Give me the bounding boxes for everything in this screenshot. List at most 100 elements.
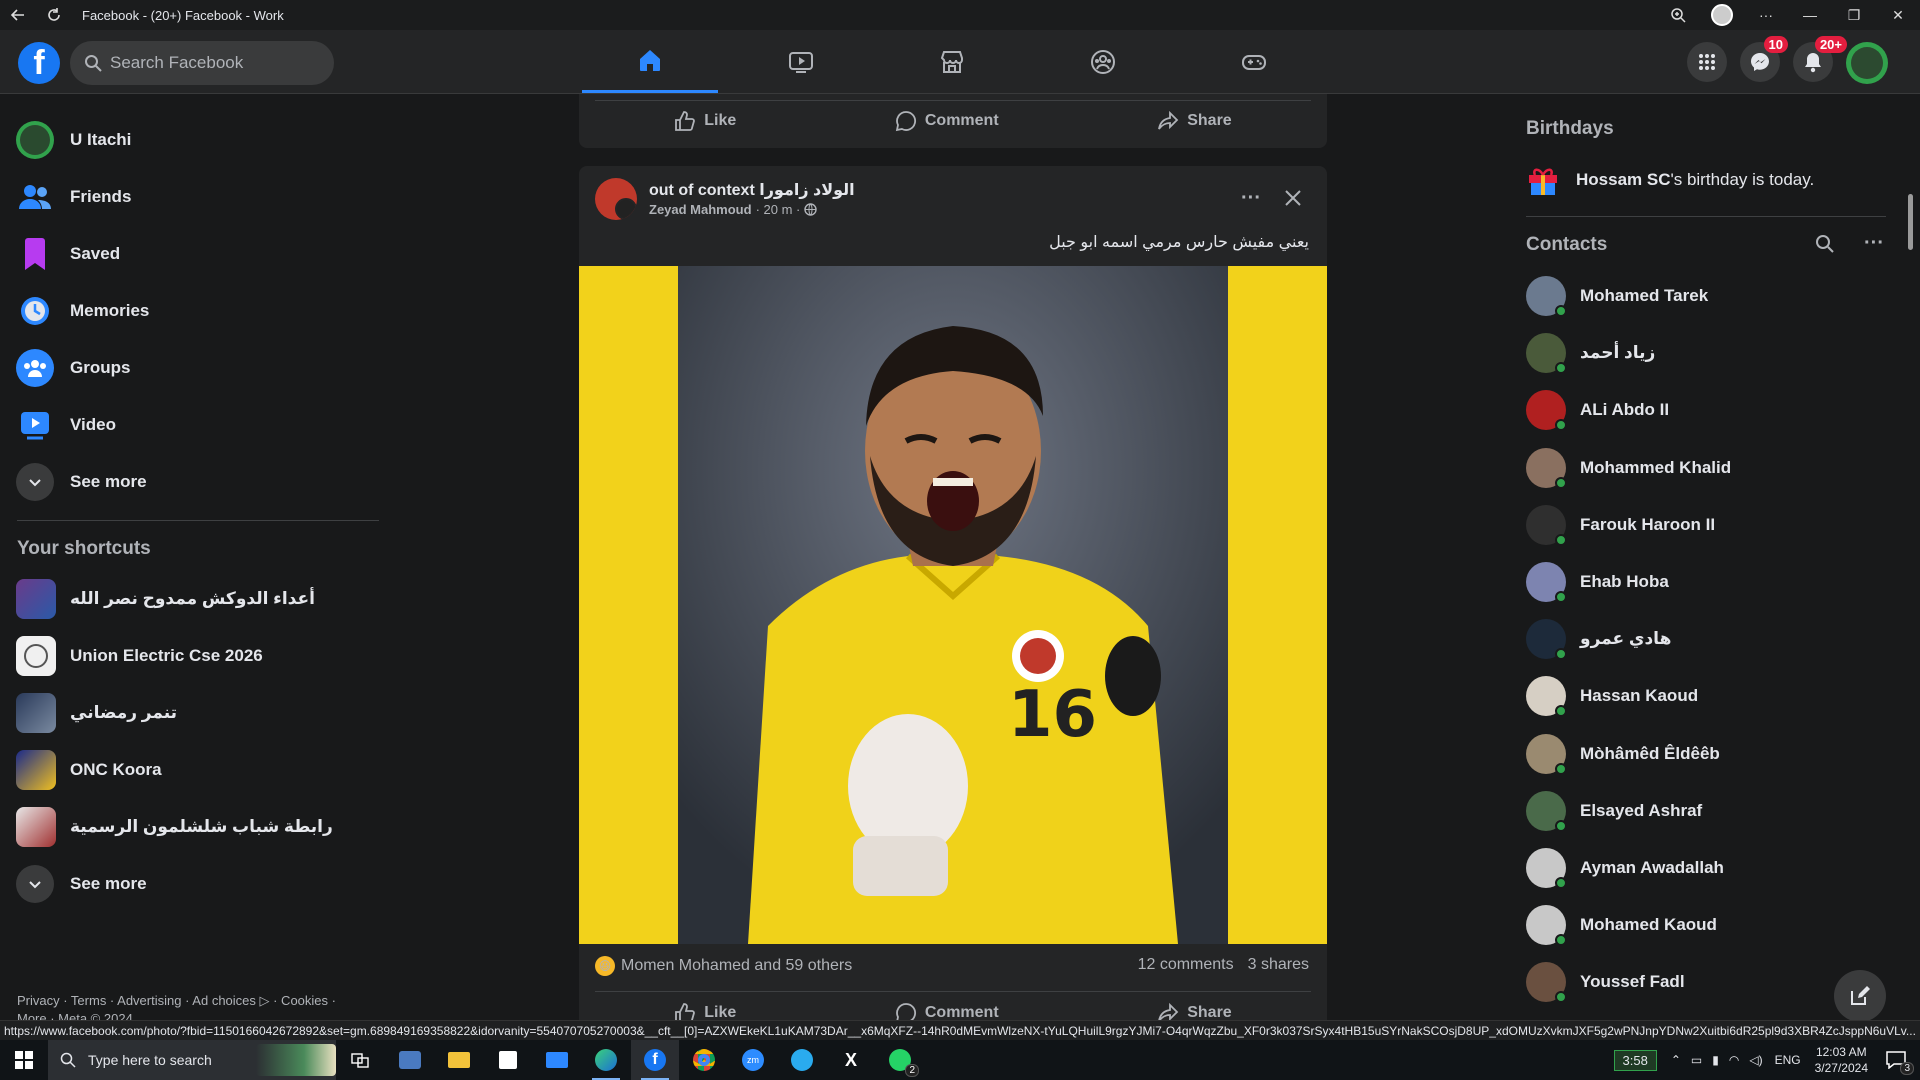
contact-item[interactable]: زياد أحمد <box>1526 327 1655 379</box>
mail-icon[interactable] <box>533 1040 581 1080</box>
notifications-button[interactable]: 20+ <box>1793 36 1847 82</box>
sidebar-see-more[interactable]: See more <box>16 456 147 508</box>
messenger-button[interactable]: 10 <box>1740 36 1788 82</box>
close-icon[interactable]: ✕ <box>1876 0 1920 30</box>
contact-item[interactable]: Elsayed Ashraf <box>1526 785 1702 837</box>
post-group-name[interactable]: out of context الولاد زامورا <box>649 180 855 200</box>
store-icon[interactable] <box>484 1040 532 1080</box>
restore-icon[interactable]: ❐ <box>1832 0 1876 30</box>
taskbar-search[interactable]: Type here to search <box>48 1040 336 1080</box>
timer-widget[interactable]: 3:58 <box>1613 1049 1657 1071</box>
contact-item[interactable]: Farouk Haroon II <box>1526 499 1715 551</box>
notification-center-icon[interactable]: 3 <box>1886 1051 1914 1075</box>
online-status-dot <box>1555 763 1567 775</box>
shortcut-item[interactable]: تنمر رمضاني <box>16 687 177 739</box>
tab-marketplace[interactable] <box>884 30 1020 93</box>
file-explorer-icon[interactable] <box>435 1040 483 1080</box>
search-box[interactable] <box>70 41 334 85</box>
profile-avatar[interactable] <box>1700 0 1744 30</box>
contact-item[interactable]: Mohammed Khalid <box>1526 442 1731 494</box>
search-contacts-icon[interactable] <box>1815 234 1835 254</box>
tab-home[interactable] <box>582 30 718 93</box>
footer-line[interactable]: Privacy · Terms · Advertising · Ad choic… <box>17 992 397 1010</box>
close-icon[interactable] <box>1275 180 1311 216</box>
shortcut-item[interactable]: رابطة شباب شلشلمون الرسمية <box>16 801 333 853</box>
menu-button[interactable] <box>1687 42 1727 82</box>
language-indicator[interactable]: ENG <box>1775 1053 1801 1067</box>
post-time[interactable]: · 20 m · <box>756 202 801 217</box>
sidebar-item-saved[interactable]: Saved <box>16 228 120 280</box>
comment-button[interactable]: Comment <box>895 110 999 132</box>
comments-count[interactable]: 12 comments <box>1138 956 1234 976</box>
back-icon[interactable] <box>0 0 36 30</box>
post-meta: Zeyad Mahmoud · 20 m · <box>649 202 818 217</box>
contact-item[interactable]: Mohamed Kaoud <box>1526 899 1717 951</box>
facebook-app-icon[interactable]: f <box>631 1040 679 1080</box>
contact-item[interactable]: هادي عمرو <box>1526 613 1671 665</box>
contact-item[interactable]: ALi Abdo II <box>1526 384 1669 436</box>
birthday-item[interactable]: Hossam SC's birthday is today. <box>1526 158 1814 202</box>
birthdays-title: Birthdays <box>1526 118 1614 139</box>
sidebar-item-friends[interactable]: Friends <box>16 171 131 223</box>
like-button[interactable]: Like <box>674 110 736 132</box>
group-avatar[interactable] <box>595 178 637 220</box>
shortcut-item[interactable]: Union Electric Cse 2026 <box>16 630 263 682</box>
app-icon[interactable] <box>386 1040 434 1080</box>
account-avatar[interactable] <box>1846 42 1888 84</box>
contact-item[interactable]: Youssef Fadl <box>1526 956 1685 1008</box>
sidebar-item-groups[interactable]: Groups <box>16 342 130 394</box>
clock[interactable]: 12:03 AM 3/27/2024 <box>1815 1044 1868 1076</box>
post-author[interactable]: Zeyad Mahmoud <box>649 202 752 217</box>
refresh-icon[interactable] <box>36 0 72 30</box>
whatsapp-icon[interactable]: 2 <box>876 1040 924 1080</box>
contact-item[interactable]: Ayman Awadallah <box>1526 842 1724 894</box>
tab-watch[interactable] <box>733 30 869 93</box>
shortcut-item[interactable]: ONC Koora <box>16 744 162 796</box>
more-options-icon[interactable]: ··· <box>1233 180 1269 216</box>
contact-item[interactable]: Mohamed Tarek <box>1526 270 1708 322</box>
post-caption: يعني مفيش حارس مرمي اسمه ابو جبل <box>1049 234 1309 251</box>
sidebar-item-memories[interactable]: Memories <box>16 285 149 337</box>
shares-count[interactable]: 3 shares <box>1248 956 1309 976</box>
windows-taskbar: Type here to search f zm X 2 3:58 ⌃ ▭ ▮ … <box>0 1040 1920 1080</box>
sidebar-item-profile[interactable]: U Itachi <box>16 114 131 166</box>
minimize-icon[interactable]: — <box>1788 0 1832 30</box>
start-button[interactable] <box>0 1040 48 1080</box>
contact-item[interactable]: Hassan Kaoud <box>1526 670 1698 722</box>
telegram-icon[interactable] <box>778 1040 826 1080</box>
birthday-name[interactable]: Hossam SC <box>1576 170 1670 189</box>
battery-icon[interactable]: ▮ <box>1712 1053 1719 1067</box>
contact-item[interactable]: Mòhâmêd Êldêêb <box>1526 728 1720 780</box>
wifi-icon[interactable]: ◠ <box>1729 1053 1739 1067</box>
more-icon[interactable]: ··· <box>1744 0 1788 30</box>
share-button[interactable]: Share <box>1157 110 1232 132</box>
windows-icon <box>15 1051 33 1069</box>
tab-groups[interactable] <box>1035 30 1171 93</box>
shortcut-item[interactable]: أعداء الدوكش ممدوح نصر الله <box>16 573 315 625</box>
x-app-icon[interactable]: X <box>827 1040 875 1080</box>
contact-avatar <box>1526 734 1567 775</box>
search-highlight-image <box>256 1044 336 1076</box>
chrome-icon[interactable] <box>680 1040 728 1080</box>
contact-item[interactable]: Ehab Hoba <box>1526 556 1669 608</box>
search-input[interactable] <box>110 53 310 73</box>
window-title: Facebook - (20+) Facebook - Work <box>82 7 284 23</box>
contact-avatar <box>1526 390 1567 431</box>
sidebar-item-video[interactable]: Video <box>16 399 116 451</box>
zoom-app-icon[interactable]: zm <box>729 1040 777 1080</box>
shortcuts-see-more[interactable]: See more <box>16 858 147 910</box>
scrollbar-thumb[interactable] <box>1908 194 1913 250</box>
page-scrollbar[interactable] <box>1906 94 1914 1030</box>
edge-icon[interactable] <box>582 1040 630 1080</box>
volume-icon[interactable]: ◁) <box>1749 1053 1762 1067</box>
task-view-icon[interactable] <box>336 1040 384 1080</box>
chevron-up-icon[interactable]: ⌃ <box>1671 1053 1681 1067</box>
zoom-icon[interactable] <box>1656 0 1700 30</box>
tab-gaming[interactable] <box>1186 30 1322 93</box>
post-photo[interactable]: 16 <box>579 266 1327 944</box>
facebook-logo[interactable]: f <box>18 42 60 84</box>
network-device-icon[interactable]: ▭ <box>1691 1053 1702 1067</box>
contacts-options-icon[interactable]: ··· <box>1864 232 1884 255</box>
new-message-button[interactable] <box>1834 970 1886 1022</box>
reactions-count[interactable]: 😆 Momen Mohamed and 59 others <box>595 956 852 976</box>
